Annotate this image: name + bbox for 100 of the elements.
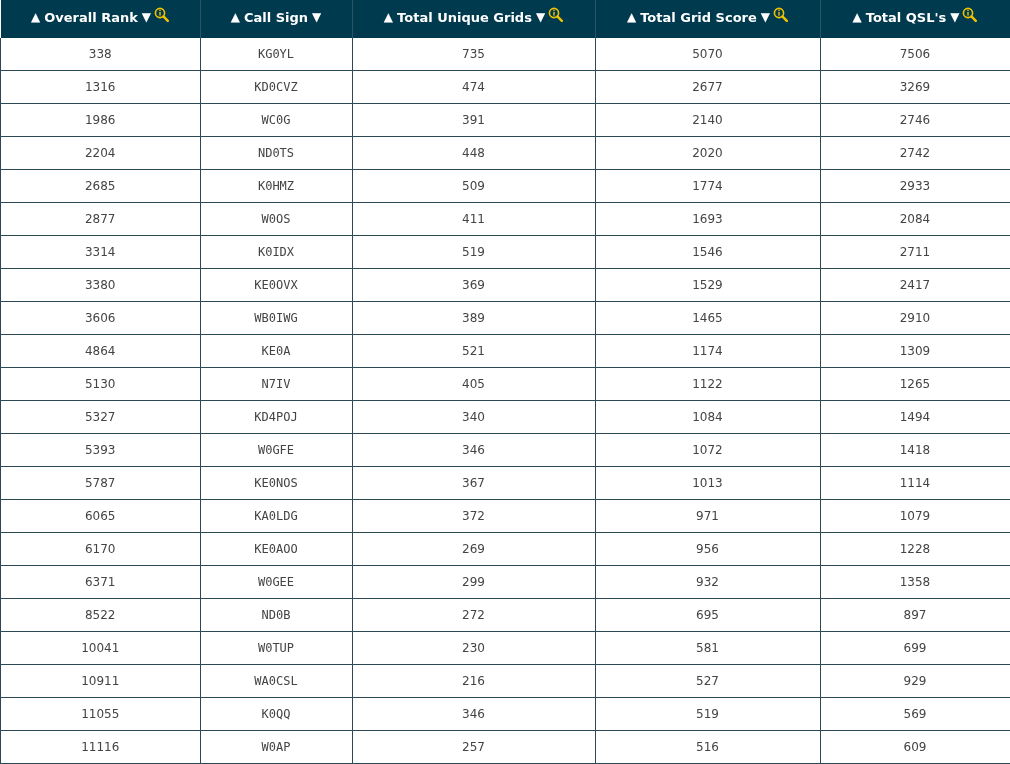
sort-descending-arrow[interactable]: ▼ bbox=[141, 10, 152, 24]
number-text: 5787 bbox=[84, 476, 116, 490]
number-text: 3314 bbox=[84, 245, 116, 259]
number-text: 519 bbox=[462, 245, 485, 259]
number-text: 2685 bbox=[84, 179, 116, 193]
number-text: 1265 bbox=[899, 377, 931, 391]
number-text: 2742 bbox=[899, 146, 931, 160]
number-text: 11116 bbox=[81, 740, 120, 754]
number-text: 1774 bbox=[692, 179, 723, 193]
call-sign-text: KG0YL bbox=[257, 47, 295, 61]
call-sign-text: KE0NOS bbox=[254, 476, 298, 490]
number-text: 5070 bbox=[692, 47, 723, 61]
number-text: 369 bbox=[462, 278, 485, 292]
number-text: 1084 bbox=[692, 410, 723, 424]
number-text: 3380 bbox=[84, 278, 116, 292]
number-text: 1546 bbox=[692, 245, 723, 259]
column-title: Total Grid Score bbox=[640, 9, 757, 25]
number-text: 5393 bbox=[84, 443, 116, 457]
number-text: 5130 bbox=[84, 377, 116, 391]
call-sign-text: W0GEE bbox=[257, 575, 295, 589]
number-text: 521 bbox=[462, 344, 485, 358]
magnifier-info-icon[interactable] bbox=[773, 6, 789, 22]
number-text: 346 bbox=[462, 443, 485, 457]
call-sign-text: KD4POJ bbox=[254, 410, 298, 424]
sort-ascending-arrow[interactable]: ▲ bbox=[30, 10, 41, 24]
call-sign-text: WC0G bbox=[261, 113, 291, 127]
number-text: 695 bbox=[696, 608, 719, 622]
number-text: 2910 bbox=[899, 311, 931, 325]
number-text: 405 bbox=[462, 377, 485, 391]
magnifier-info-icon[interactable] bbox=[154, 6, 170, 22]
number-text: 367 bbox=[462, 476, 485, 490]
call-sign-text: KA0LDG bbox=[254, 509, 298, 523]
sort-ascending-arrow[interactable]: ▲ bbox=[626, 10, 637, 24]
sort-descending-arrow[interactable]: ▼ bbox=[535, 10, 546, 24]
number-text: 581 bbox=[696, 641, 719, 655]
number-text: 509 bbox=[462, 179, 485, 193]
number-text: 1494 bbox=[899, 410, 931, 424]
number-text: 230 bbox=[462, 641, 485, 655]
call-sign-text: W0GFE bbox=[257, 443, 295, 457]
number-text: 2020 bbox=[692, 146, 723, 160]
number-text: 1122 bbox=[692, 377, 723, 391]
call-sign-text: K0HMZ bbox=[257, 179, 295, 193]
number-text: 1529 bbox=[692, 278, 723, 292]
number-text: 3269 bbox=[899, 80, 931, 94]
number-text: 272 bbox=[462, 608, 485, 622]
number-text: 372 bbox=[462, 509, 485, 523]
call-sign-text: W0TUP bbox=[257, 641, 295, 655]
call-sign-text: WA0CSL bbox=[254, 674, 298, 688]
number-text: 1986 bbox=[84, 113, 116, 127]
number-text: 6170 bbox=[84, 542, 116, 556]
number-text: 257 bbox=[462, 740, 485, 754]
number-text: 519 bbox=[696, 707, 719, 721]
magnifier-info-icon[interactable] bbox=[962, 6, 978, 22]
number-text: 1228 bbox=[899, 542, 931, 556]
call-sign-text: W0OS bbox=[261, 212, 291, 226]
number-text: 5327 bbox=[84, 410, 116, 424]
number-text: 299 bbox=[462, 575, 485, 589]
sort-descending-arrow[interactable]: ▼ bbox=[950, 10, 960, 24]
number-text: 971 bbox=[696, 509, 719, 523]
number-text: 516 bbox=[696, 740, 719, 754]
number-text: 932 bbox=[696, 575, 719, 589]
number-text: 1174 bbox=[692, 344, 723, 358]
number-text: 1693 bbox=[692, 212, 723, 226]
sort-descending-arrow[interactable]: ▼ bbox=[760, 10, 771, 24]
number-text: 1418 bbox=[899, 443, 931, 457]
number-text: 897 bbox=[903, 608, 927, 622]
number-text: 269 bbox=[462, 542, 485, 556]
number-text: 956 bbox=[696, 542, 719, 556]
number-text: 2711 bbox=[899, 245, 931, 259]
call-sign-text: WB0IWG bbox=[254, 311, 298, 325]
number-text: 11055 bbox=[81, 707, 120, 721]
number-text: 735 bbox=[462, 47, 485, 61]
number-text: 448 bbox=[462, 146, 485, 160]
number-text: 391 bbox=[462, 113, 485, 127]
call-sign-text: KD0CVZ bbox=[254, 80, 298, 94]
number-text: 1358 bbox=[899, 575, 931, 589]
sort-descending-arrow[interactable]: ▼ bbox=[312, 10, 322, 24]
call-sign-text: KE0OVX bbox=[254, 278, 298, 292]
number-text: 2204 bbox=[84, 146, 116, 160]
call-sign-text: K0IDX bbox=[257, 245, 295, 259]
column-title: Overall Rank bbox=[44, 9, 138, 25]
number-text: 411 bbox=[462, 212, 485, 226]
number-text: 1309 bbox=[899, 344, 931, 358]
sort-ascending-arrow[interactable]: ▲ bbox=[383, 10, 394, 24]
call-sign-text: KE0A bbox=[261, 344, 291, 358]
number-text: 338 bbox=[88, 47, 112, 61]
number-text: 389 bbox=[462, 311, 485, 325]
call-sign-text: W0AP bbox=[261, 740, 291, 754]
number-text: 569 bbox=[903, 707, 927, 721]
sort-ascending-arrow[interactable]: ▲ bbox=[852, 10, 862, 24]
sort-ascending-arrow[interactable]: ▲ bbox=[230, 10, 240, 24]
number-text: 609 bbox=[903, 740, 927, 754]
column-title: Total Unique Grids bbox=[397, 9, 532, 25]
number-text: 2933 bbox=[899, 179, 931, 193]
number-text: 2877 bbox=[84, 212, 116, 226]
column-title: Total QSL's bbox=[865, 9, 947, 25]
magnifier-info-icon[interactable] bbox=[548, 6, 564, 22]
number-text: 1114 bbox=[899, 476, 931, 490]
number-text: 10041 bbox=[81, 641, 120, 655]
column-title: Call Sign bbox=[243, 9, 309, 25]
